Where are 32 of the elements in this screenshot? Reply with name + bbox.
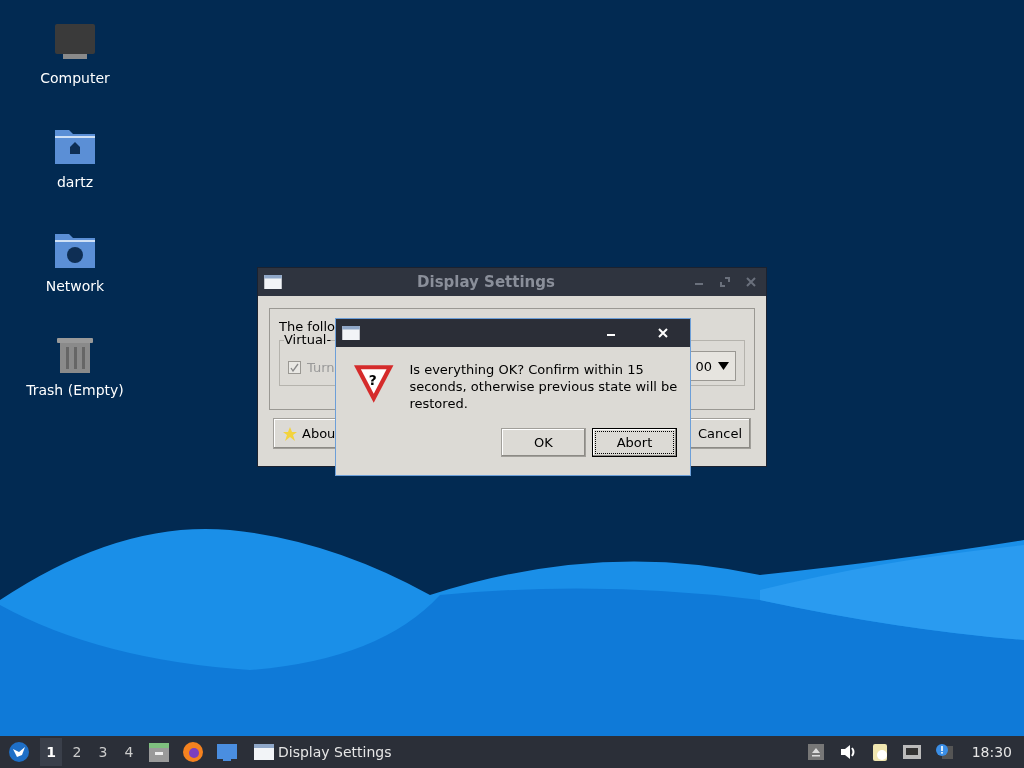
desktop-icon-label[interactable]: Trash (Empty) (26, 382, 124, 398)
workspace-tab[interactable]: 4 (118, 738, 140, 766)
dropdown-icon (718, 362, 729, 370)
desktop-icon-label[interactable]: Network (45, 278, 105, 294)
desktop-icon-label[interactable]: Computer (40, 70, 110, 86)
workspace-tab[interactable]: 3 (92, 738, 114, 766)
fox-globe-icon[interactable] (182, 741, 204, 763)
clock[interactable]: 18:30 (971, 744, 1012, 760)
dialog-button[interactable]: OK (501, 428, 586, 457)
dialog-button[interactable]: Abort (592, 428, 677, 457)
window-icon (254, 744, 274, 760)
desktop-icon-label[interactable]: dartz (56, 174, 94, 190)
network-icon[interactable] (901, 742, 922, 762)
desktop-icon[interactable] (216, 741, 238, 763)
cancel-button[interactable]: Cancel (688, 418, 751, 449)
star-icon (282, 425, 298, 442)
maximize-icon[interactable] (720, 277, 730, 287)
workspace-tab[interactable]: 1 (40, 738, 62, 766)
eject-icon[interactable] (805, 742, 826, 762)
task-button[interactable]: Display Settings (254, 738, 392, 766)
message-text: The follo (279, 319, 336, 334)
checkbox[interactable] (288, 360, 301, 374)
window-icon (342, 326, 360, 340)
alert-icon[interactable] (933, 742, 954, 762)
dialog-message: Is everything OK? Confirm within 15 seconds, otherwise previous state will be restored. (409, 361, 678, 412)
workspace-tab[interactable]: 2 (66, 738, 88, 766)
checkbox-label: Turn (307, 359, 335, 375)
window-title: Display Settings (416, 273, 556, 291)
file-cabinet-icon[interactable] (148, 741, 170, 763)
window-icon (264, 275, 282, 289)
bird-logo-icon[interactable] (8, 741, 30, 763)
group-label: Virtual- (284, 332, 332, 347)
